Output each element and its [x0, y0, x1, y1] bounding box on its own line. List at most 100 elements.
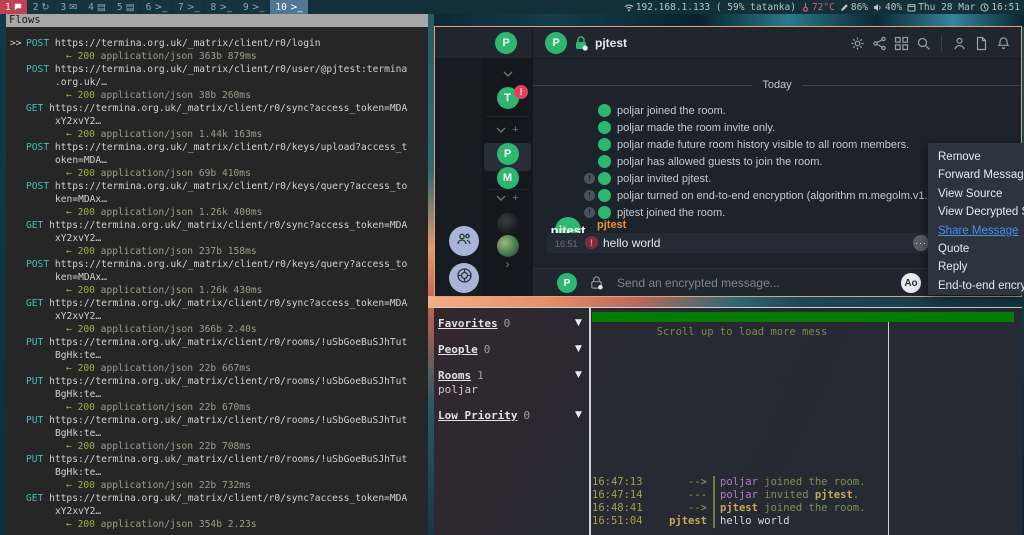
workspace-list: 12↻3✉4▤5▤6>_7>_8>_9>_10>_ — [0, 0, 308, 14]
book-icon: ▤ — [97, 2, 106, 13]
workspace-1[interactable]: 1 — [0, 0, 27, 14]
flow-row[interactable]: POST https://termina.org.uk/_matrix/clie… — [6, 141, 428, 154]
gear-icon[interactable] — [850, 36, 865, 51]
share-icon[interactable] — [872, 36, 887, 51]
log-time: 16:51:04 — [592, 515, 645, 528]
person-icon[interactable] — [952, 36, 967, 51]
buffer-section-favorites[interactable]: Favorites0 — [438, 317, 510, 330]
log-message: poljar joined the room. — [720, 476, 865, 489]
rail-room-p-selected[interactable]: P — [482, 143, 533, 165]
search-icon[interactable] — [916, 36, 931, 51]
collapse-triangle-icon[interactable]: ▼ — [575, 370, 582, 380]
unverified-warning-icon: ! — [585, 236, 598, 249]
workspace-2[interactable]: 2↻ — [28, 0, 55, 14]
flow-row[interactable]: GET https://termina.org.uk/_matrix/clien… — [6, 219, 428, 232]
flow-row[interactable]: PUT https://termina.org.uk/_matrix/clien… — [6, 375, 428, 388]
event-text: pjtest joined the room. — [617, 207, 725, 219]
file-icon[interactable] — [974, 36, 989, 51]
selection-marker: >> — [10, 37, 22, 50]
terminal-icon: >_ — [290, 2, 303, 13]
room-avatar[interactable]: P — [545, 32, 567, 54]
menu-item-quote[interactable]: Quote — [928, 240, 1024, 258]
rail-room-image-1[interactable] — [482, 213, 533, 235]
section-toggle[interactable]: + — [482, 124, 533, 136]
menu-item-share-message[interactable]: Share Message — [928, 222, 1024, 240]
message-options-button[interactable]: ··· — [913, 235, 929, 251]
bell-icon[interactable] — [996, 36, 1011, 51]
collapse-chevron-icon[interactable] — [482, 71, 533, 78]
flow-response: ← 200 application/json 22b 670ms — [6, 401, 428, 414]
weechat-window[interactable]: Favorites0 ▼ People0 ▼ Rooms1 ▼ poljar Low Prio… — [434, 307, 1022, 535]
log-prefix: pjtest — [645, 515, 707, 528]
flow-row[interactable]: >>POST https://termina.org.uk/_matrix/cl… — [6, 37, 428, 50]
terminal-icon: >_ — [187, 2, 200, 13]
workspace-6[interactable]: 6>_ — [141, 0, 172, 14]
status-thermometer: 72°C — [801, 2, 835, 13]
flow-row[interactable]: GET https://termina.org.uk/_matrix/clien… — [6, 492, 428, 505]
expand-chevron-icon[interactable]: › — [482, 257, 533, 271]
buffer-section-people[interactable]: People0 — [438, 343, 490, 356]
flow-response: ← 200 application/json 69b 410ms — [6, 167, 428, 180]
mitmproxy-window[interactable]: Flows >>POST https://termina.org.uk/_mat… — [6, 14, 428, 535]
workspace-9[interactable]: 9>_ — [238, 0, 269, 14]
rail-room-image-2[interactable] — [482, 235, 533, 257]
help-button[interactable] — [449, 263, 479, 293]
message-input[interactable]: Send an encrypted message... — [617, 276, 780, 290]
rail-account-t[interactable]: T ! — [482, 87, 533, 109]
grid-icon[interactable] — [894, 36, 909, 51]
unencrypted-warning-icon: ! — [584, 173, 595, 184]
workspace-3[interactable]: 3✉ — [55, 0, 82, 14]
buffer-section-rooms[interactable]: Rooms1 — [438, 369, 484, 382]
menu-item-forward-message[interactable]: Forward Message — [928, 166, 1024, 184]
system-status: 192.168.1.133 ( 59% tatanka)72°C86%40%Th… — [624, 2, 1024, 13]
page-pane — [435, 59, 482, 296]
log-line: 16:47:13-->poljar joined the room. — [592, 476, 888, 489]
log-time: 16:48:41 — [592, 502, 645, 515]
menu-item-end-to-end-encry[interactable]: End-to-end encry — [928, 277, 1024, 295]
event-text: poljar joined the room. — [617, 105, 726, 117]
collapse-triangle-icon[interactable]: ▼ — [575, 344, 582, 354]
menu-item-remove[interactable]: Remove — [928, 148, 1024, 166]
flow-row[interactable]: PUT https://termina.org.uk/_matrix/clien… — [6, 336, 428, 349]
flow-row[interactable]: PUT https://termina.org.uk/_matrix/clien… — [6, 453, 428, 466]
log-line: 16:47:14---poljar invited pjtest. — [592, 489, 888, 502]
encrypted-lock-icon — [573, 35, 589, 56]
flow-response: ← 200 application/json 1.44k 163ms — [6, 128, 428, 141]
message-sender[interactable]: pjtest — [597, 219, 626, 231]
workspace-8[interactable]: 8>_ — [205, 0, 236, 14]
flow-url-continuation: ken=MDAx… — [6, 193, 428, 206]
log-line: 16:51:04pjtesthello world — [592, 515, 888, 528]
account-avatar[interactable]: P — [495, 32, 517, 54]
workspace-10[interactable]: 10>_ — [270, 0, 307, 14]
flow-row[interactable]: PUT https://termina.org.uk/_matrix/clien… — [6, 414, 428, 427]
terminal-icon: >_ — [252, 2, 265, 13]
add-room-icon[interactable]: + — [512, 124, 518, 136]
flow-url-continuation: BgHk:te… — [6, 388, 428, 401]
menu-item-view-source[interactable]: View Source — [928, 185, 1024, 203]
flow-row[interactable]: GET https://termina.org.uk/_matrix/clien… — [6, 102, 428, 115]
menu-item-view-decrypted-s[interactable]: View Decrypted S — [928, 203, 1024, 221]
menu-item-reply[interactable]: Reply — [928, 258, 1024, 276]
room-image-avatar — [497, 235, 519, 257]
workspace-4[interactable]: 4▤ — [83, 0, 111, 14]
flow-row[interactable]: GET https://termina.org.uk/_matrix/clien… — [6, 297, 428, 310]
collapse-triangle-icon[interactable]: ▼ — [575, 410, 582, 420]
rail-room-m[interactable]: M — [482, 167, 533, 189]
collapse-triangle-icon[interactable]: ▼ — [575, 318, 582, 328]
members-button[interactable] — [449, 226, 479, 256]
add-room-icon[interactable]: + — [512, 192, 518, 204]
section-toggle[interactable]: + — [482, 192, 533, 204]
prefix-separator — [713, 515, 715, 528]
flow-response: ← 200 application/json 366b 2.40s — [6, 323, 428, 336]
format-button[interactable]: Ao — [901, 273, 921, 293]
buffer-room-poljar[interactable]: poljar — [438, 383, 478, 396]
message-row[interactable]: 16:51 ! hello world ··· — [547, 233, 937, 253]
log-prefix: --- — [645, 489, 707, 502]
flow-response: ← 200 application/json 22b 667ms — [6, 362, 428, 375]
flow-row[interactable]: POST https://termina.org.uk/_matrix/clie… — [6, 63, 428, 76]
workspace-7[interactable]: 7>_ — [173, 0, 204, 14]
flow-row[interactable]: POST https://termina.org.uk/_matrix/clie… — [6, 180, 428, 193]
buffer-section-low-priority[interactable]: Low Priority0 — [438, 409, 530, 422]
flow-row[interactable]: POST https://termina.org.uk/_matrix/clie… — [6, 258, 428, 271]
workspace-5[interactable]: 5▤ — [112, 0, 140, 14]
